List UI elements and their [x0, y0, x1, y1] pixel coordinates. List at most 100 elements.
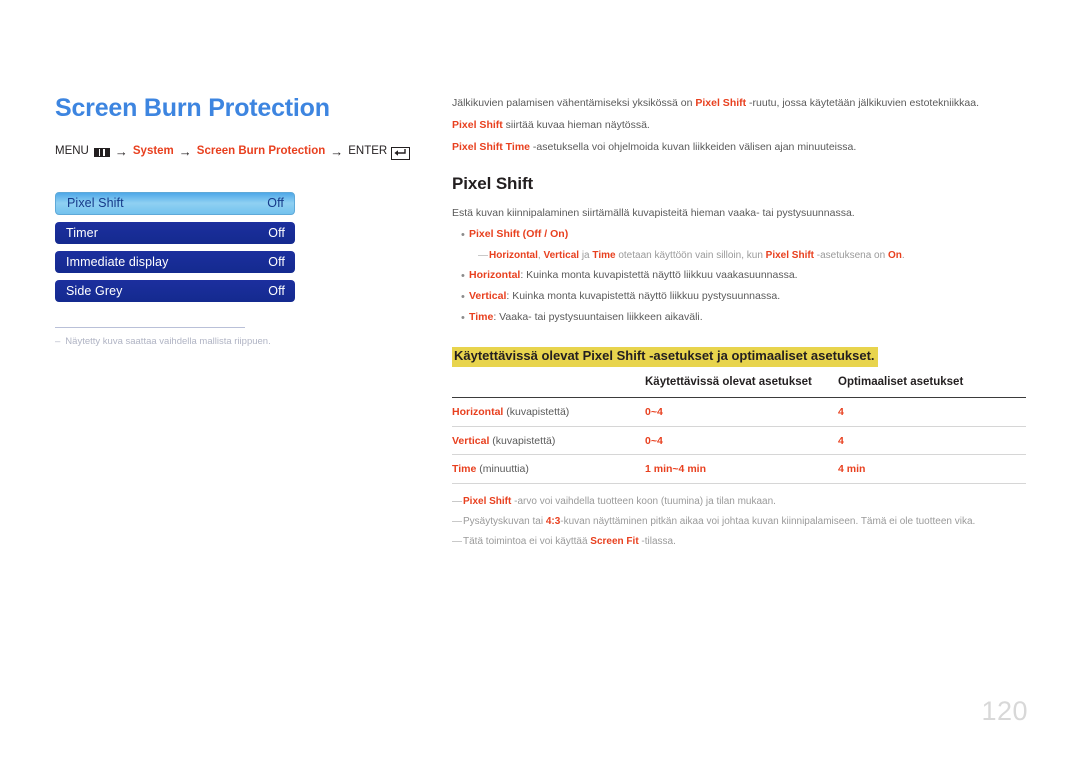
osd-value: Off: [268, 254, 285, 269]
bullet-dot: •: [461, 228, 465, 241]
subnote-end: .: [901, 249, 905, 261]
osd-label: Immediate display: [66, 254, 169, 269]
bullet-text: : Kuinka monta kuvapistettä näyttö liikk…: [506, 290, 781, 303]
footnote-dash: ―: [452, 535, 462, 547]
intro-paragraph-3: Pixel Shift Time -asetuksella voi ohjelm…: [452, 141, 1026, 154]
subnote-sep-2: ja: [579, 249, 593, 261]
bullet-option-on: On: [550, 227, 565, 240]
intro-p3-term: Pixel Shift Time: [452, 141, 530, 154]
table-term: Time: [452, 463, 477, 476]
list-item-vertical: • Vertical: Kuinka monta kuvapistettä nä…: [452, 290, 1026, 304]
table-unit: (minuuttia): [476, 463, 529, 476]
table-row: Vertical (kuvapistettä) 0~4 4: [452, 426, 1026, 456]
subnote-term-on: On: [887, 249, 902, 261]
list-item-content: Vertical: Kuinka monta kuvapistettä näyt…: [469, 290, 780, 304]
table-cell-optimal: 4: [838, 426, 1026, 456]
table-cell-available: 0~4: [645, 397, 838, 427]
bullet-term: Time: [469, 311, 494, 324]
bullet-option-off: Off: [526, 227, 542, 240]
table-term: Vertical: [452, 434, 490, 447]
osd-row-side-grey[interactable]: Side Grey Off: [55, 279, 295, 302]
osd-row-pixel-shift[interactable]: Pixel Shift Off: [55, 191, 295, 215]
osd-menu-mock: Pixel Shift Off Timer Off Immediate disp…: [55, 191, 295, 302]
table-row: Time (minuuttia) 1 min~4 min 4 min: [452, 454, 1026, 484]
footnote-term: Pixel Shift: [463, 495, 512, 507]
breadcrumb-arrow-2: →: [178, 143, 192, 159]
intro-p1-term: Pixel Shift: [695, 97, 747, 109]
list-item-content: Horizontal: Kuinka monta kuvapistettä nä…: [469, 269, 798, 283]
osd-row-timer[interactable]: Timer Off: [55, 221, 295, 244]
table-cell-available: 0~4: [645, 426, 838, 456]
table-header-row: Käytettävissä olevat asetukset Optimaali…: [452, 374, 1026, 398]
subnote-term-horizontal: Horizontal: [489, 249, 538, 261]
bullet-dot: •: [461, 269, 465, 282]
list-item-content: Pixel Shift (Off / On): [469, 228, 568, 242]
table-cell-optimal: 4: [838, 397, 1026, 427]
footnote-content: Tätä toimintoa ei voi käyttää Screen Fit…: [463, 535, 676, 548]
bullet-term: Horizontal: [469, 268, 521, 281]
intro-paragraphs: Jälkikuvien palamisen vähentämiseksi yks…: [452, 97, 1026, 154]
footnote-text: -arvo voi vaihdella tuotteen koon (tuumi…: [511, 495, 776, 507]
left-note-dash: –: [55, 335, 61, 347]
section-title: Pixel Shift: [452, 174, 534, 194]
bullet-dot: •: [461, 312, 465, 325]
breadcrumb-arrow-3: →: [330, 143, 344, 159]
left-note: – Näytetty kuva saattaa vaihdella mallis…: [55, 336, 415, 348]
table-header-optimal: Optimaaliset asetukset: [838, 374, 1026, 398]
subnote-mid-2: -asetuksena on: [814, 249, 888, 261]
subnote-dependency: ― Horizontal, Vertical ja Time otetaan k…: [478, 249, 1026, 262]
bullet-paren-close: ): [564, 227, 569, 240]
settings-table: Käytettävissä olevat asetukset Optimaali…: [452, 374, 1026, 484]
footnote-term: Screen Fit: [590, 535, 639, 547]
bullet-term: Pixel Shift: [469, 227, 520, 240]
manual-page: Screen Burn Protection MENU → System → S…: [0, 0, 1080, 763]
subnote-content: Horizontal, Vertical ja Time otetaan käy…: [489, 249, 905, 262]
subnote-term-vertical: Vertical: [543, 249, 580, 261]
footnote-text: -kuvan näyttäminen pitkän aikaa voi joht…: [560, 515, 976, 527]
intro-p3-b: -asetuksella voi ohjelmoida kuvan liikke…: [530, 141, 857, 154]
intro-p2-b: siirtää kuvaa hieman näytössä.: [502, 119, 650, 132]
osd-label: Pixel Shift: [67, 196, 124, 210]
subnote-mid-1: otetaan käyttöön vain silloin, kun: [615, 249, 766, 261]
page-number: 120: [981, 696, 1028, 726]
right-column: Jälkikuvien palamisen vähentämiseksi yks…: [452, 97, 1026, 555]
bullet-dot: •: [461, 291, 465, 304]
table-cell-label: Time (minuuttia): [452, 454, 645, 484]
table-unit: (kuvapistettä): [489, 434, 556, 447]
intro-p1-a: Jälkikuvien palamisen vähentämiseksi yks…: [452, 97, 696, 109]
footnote-text: -tilassa.: [638, 535, 676, 547]
intro-paragraph-2: Pixel Shift siirtää kuvaa hieman näytöss…: [452, 119, 1026, 132]
breadcrumb-arrow-1: →: [114, 143, 128, 159]
footnote-dash: ―: [452, 495, 462, 507]
table-header-blank: [452, 374, 645, 398]
osd-label: Timer: [66, 225, 98, 240]
footnote-content: Pixel Shift -arvo voi vaihdella tuotteen…: [463, 495, 776, 508]
table-cell-label: Vertical (kuvapistettä): [452, 426, 645, 456]
footnote-term: 4:3: [545, 515, 561, 527]
footnote-list: ― Pixel Shift -arvo voi vaihdella tuotte…: [452, 495, 1026, 548]
bullet-list: • Pixel Shift (Off / On) ― Horizontal, V…: [452, 228, 1026, 326]
osd-value: Off: [268, 225, 285, 240]
breadcrumb-menu-label: MENU: [55, 145, 89, 158]
breadcrumb: MENU → System → Screen Burn Protection →…: [55, 143, 415, 160]
breadcrumb-enter-label: ENTER: [348, 145, 388, 158]
table-term: Horizontal: [452, 406, 504, 418]
list-item-content: Time: Vaaka- tai pystysuuntaisen liikkee…: [469, 311, 703, 325]
list-item-horizontal: • Horizontal: Kuinka monta kuvapistettä …: [452, 269, 1026, 283]
table-cell-optimal: 4 min: [838, 454, 1026, 484]
bullet-text: : Kuinka monta kuvapistettä näyttö liikk…: [520, 268, 798, 281]
table-unit: (kuvapistettä): [503, 406, 570, 418]
menu-bars-icon: [93, 147, 110, 157]
table-cell-available: 1 min~4 min: [645, 454, 838, 484]
subnote-term-time: Time: [592, 249, 616, 261]
footnote-content: Pysäytyskuvan tai 4:3-kuvan näyttäminen …: [463, 515, 975, 528]
footnote-pre: Tätä toimintoa ei voi käyttää: [463, 535, 591, 547]
footnote-screen-fit: ― Tätä toimintoa ei voi käyttää Screen F…: [452, 535, 1026, 548]
section-lead: Estä kuvan kiinnipalaminen siirtämällä k…: [452, 207, 855, 220]
page-title: Screen Burn Protection: [55, 94, 330, 122]
breadcrumb-step-screen-burn: Screen Burn Protection: [196, 145, 326, 158]
osd-label: Side Grey: [66, 283, 123, 298]
table-header-available: Käytettävissä olevat asetukset: [645, 374, 838, 398]
osd-row-immediate-display[interactable]: Immediate display Off: [55, 250, 295, 273]
footnote-pixel-shift-value: ― Pixel Shift -arvo voi vaihdella tuotte…: [452, 495, 1026, 508]
